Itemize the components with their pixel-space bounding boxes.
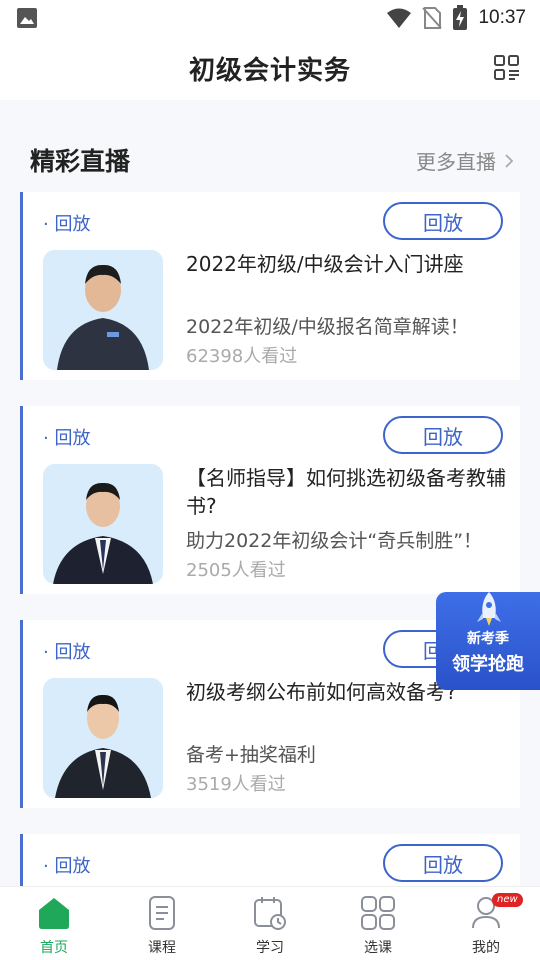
- lecturer-photo: [43, 250, 163, 370]
- document-icon: [149, 896, 175, 930]
- viewer-count: 3519人看过: [186, 774, 286, 795]
- nav-label: 选课: [364, 940, 392, 956]
- replay-tag: · 回放: [43, 856, 91, 877]
- nav-item-study[interactable]: 学习: [216, 887, 324, 960]
- section-title: 精彩直播: [30, 147, 131, 176]
- viewer-count: 62398人看过: [186, 346, 298, 367]
- lecturer-photo: [43, 464, 163, 584]
- card-subtitle: 2022年初级/中级报名简章解读！: [186, 316, 469, 338]
- nav-item-home[interactable]: 首页: [0, 887, 108, 960]
- more-live-label: 更多直播: [416, 150, 496, 174]
- grid-icon: [361, 896, 395, 930]
- qr-scan-icon[interactable]: [494, 55, 520, 81]
- rocket-icon: [477, 592, 501, 626]
- nav-label: 课程: [148, 940, 176, 956]
- replay-button[interactable]: 回放: [383, 416, 503, 454]
- card-title: 2022年初级/中级会计入门讲座: [186, 252, 464, 276]
- replay-button[interactable]: 回放: [383, 844, 503, 882]
- live-card[interactable]: · 回放 回放 2022年初级/中级会计入门讲座 2022年初级/中级报名简章解…: [20, 192, 520, 380]
- nav-item-profile[interactable]: new 我的: [432, 887, 540, 960]
- card-accent-bar: [20, 620, 23, 808]
- status-time: 10:37: [478, 7, 526, 28]
- card-subtitle: 备考+抽奖福利: [186, 744, 316, 766]
- live-card[interactable]: · 回放 回放 【名师指导】如何挑选初级备考教辅书? 助力2022年初级会计“奇…: [20, 406, 520, 594]
- card-accent-bar: [20, 406, 23, 594]
- promo-line2: 领学抢跑: [452, 654, 524, 675]
- app-header: 初级会计实务: [0, 36, 540, 100]
- chevron-right-icon: [505, 153, 514, 168]
- live-card[interactable]: · 回放 回放: [20, 834, 520, 886]
- replay-tag: · 回放: [43, 214, 91, 235]
- home-icon: [39, 898, 69, 929]
- card-accent-bar: [20, 834, 23, 886]
- card-accent-bar: [20, 192, 23, 380]
- gallery-notification-icon: [17, 8, 37, 28]
- battery-charging-icon: [453, 5, 468, 30]
- nav-label: 学习: [256, 940, 284, 956]
- bottom-nav: 首页 课程 学习 选课 new 我的: [0, 886, 540, 960]
- replay-tag: · 回放: [43, 642, 91, 663]
- card-subtitle: 助力2022年初级会计“奇兵制胜”！: [186, 530, 483, 552]
- calendar-clock-icon: [254, 897, 286, 930]
- nav-item-course-select[interactable]: 选课: [324, 887, 432, 960]
- live-section-header: 精彩直播 更多直播: [0, 100, 540, 190]
- nav-label: 首页: [40, 940, 68, 956]
- more-live-link[interactable]: 更多直播: [416, 146, 514, 175]
- replay-tag: · 回放: [43, 428, 91, 449]
- wifi-icon: [387, 8, 412, 28]
- card-title: 【名师指导】如何挑选初级备考教辅书?: [186, 466, 506, 518]
- promo-float-banner[interactable]: 新考季 领学抢跑: [436, 592, 540, 690]
- viewer-count: 2505人看过: [186, 560, 286, 581]
- nav-item-courses[interactable]: 课程: [108, 887, 216, 960]
- no-sim-icon: [422, 7, 443, 29]
- promo-line1: 新考季: [467, 631, 509, 647]
- replay-button[interactable]: 回放: [383, 202, 503, 240]
- new-badge: new: [492, 893, 523, 907]
- page-title: 初级会计实务: [188, 55, 351, 86]
- lecturer-photo: [43, 678, 163, 798]
- nav-label: 我的: [472, 940, 500, 956]
- status-bar: 10:37: [0, 0, 540, 36]
